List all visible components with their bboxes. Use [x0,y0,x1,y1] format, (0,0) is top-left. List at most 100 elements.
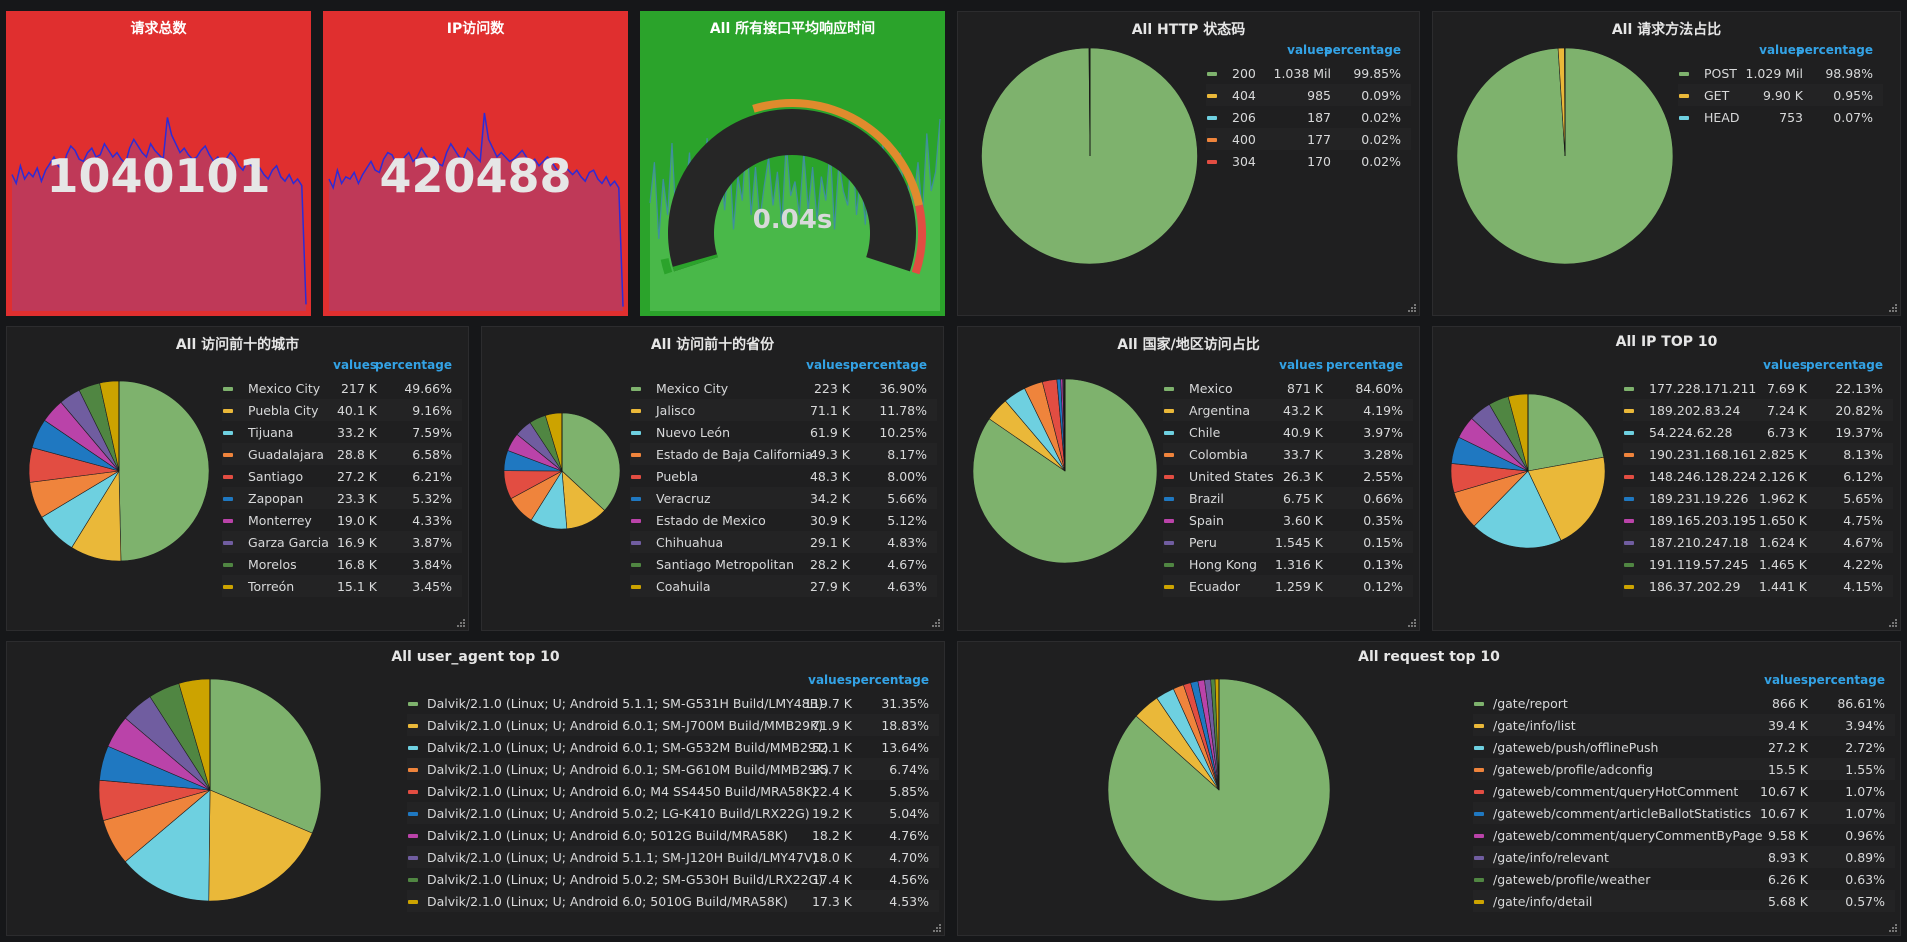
legend-header-percentage[interactable]: percentage [1808,673,1885,687]
legend-item[interactable]: Guadalajara28.8 K6.58% [222,443,462,465]
legend-item[interactable]: Veracruz34.2 K5.66% [630,487,937,509]
legend-item[interactable]: Argentina43.2 K4.19% [1163,399,1413,421]
legend-item[interactable]: Estado de Baja California49.3 K8.17% [630,443,937,465]
legend-item[interactable]: Mexico871 K84.60% [1163,377,1413,399]
legend-item[interactable]: /gateweb/comment/queryHotComment10.67 K1… [1473,780,1895,802]
legend-item[interactable]: Coahuila27.9 K4.63% [630,575,937,597]
resize-handle[interactable] [1408,304,1416,312]
legend-header-percentage[interactable]: percentage [1806,358,1883,372]
legend-header-percentage[interactable]: percentage [1796,43,1873,57]
legend-item[interactable]: 4001770.02% [1206,128,1411,150]
stat-panel-ip[interactable]: IP访问数 420488 [323,11,628,316]
legend-item[interactable]: Dalvik/2.1.0 (Linux; U; Android 6.0; 501… [407,890,939,912]
legend-item[interactable]: Jalisco71.1 K11.78% [630,399,937,421]
pie-panel-request-method[interactable]: All 请求方法占比valuespercentagePOST1.029 Mil9… [1432,11,1901,316]
legend-item[interactable]: Puebla48.3 K8.00% [630,465,937,487]
legend-item[interactable]: Santiago27.2 K6.21% [222,465,462,487]
gauge-panel-response-time[interactable]: All 所有接口平均响应时间 0.04s [640,11,945,316]
legend-header-values[interactable]: values [1763,358,1807,372]
legend-item[interactable]: /gate/report866 K86.61% [1473,692,1895,714]
legend-item[interactable]: 148.246.128.2242.126 K6.12% [1623,465,1893,487]
legend-item[interactable]: HEAD7530.07% [1678,106,1883,128]
legend-item[interactable]: Dalvik/2.1.0 (Linux; U; Android 6.0.1; S… [407,758,939,780]
legend-item[interactable]: 189.202.83.247.24 K20.82% [1623,399,1893,421]
legend-item[interactable]: Nuevo León61.9 K10.25% [630,421,937,443]
legend-item[interactable]: Dalvik/2.1.0 (Linux; U; Android 5.0.2; S… [407,868,939,890]
legend-item[interactable]: Spain3.60 K0.35% [1163,509,1413,531]
legend-item[interactable]: 3041700.02% [1206,150,1411,172]
legend-item[interactable]: 2061870.02% [1206,106,1411,128]
legend-item[interactable]: Garza Garcia16.9 K3.87% [222,531,462,553]
resize-handle[interactable] [1889,619,1897,627]
legend-item[interactable]: POST1.029 Mil98.98% [1678,62,1883,84]
pie-panel-ip-top10[interactable]: All IP TOP 10valuespercentage177.228.171… [1432,326,1901,631]
pie-panel-request-top10[interactable]: All request top 10valuespercentage/gate/… [957,641,1901,936]
legend-header-percentage[interactable]: percentage [375,358,452,372]
resize-handle[interactable] [457,619,465,627]
legend-item[interactable]: 186.37.202.291.441 K4.15% [1623,575,1893,597]
pie-panel-user-agent[interactable]: All user_agent top 10valuespercentageDal… [6,641,945,936]
legend-item[interactable]: 189.165.203.1951.650 K4.75% [1623,509,1893,531]
legend-item[interactable]: 189.231.19.2261.962 K5.65% [1623,487,1893,509]
legend-item[interactable]: Dalvik/2.1.0 (Linux; U; Android 6.0.1; S… [407,714,939,736]
legend-item[interactable]: Dalvik/2.1.0 (Linux; U; Android 5.0.2; L… [407,802,939,824]
resize-handle[interactable] [1889,924,1897,932]
legend-item[interactable]: 191.119.57.2451.465 K4.22% [1623,553,1893,575]
legend-item[interactable]: Dalvik/2.1.0 (Linux; U; Android 6.0; M4 … [407,780,939,802]
legend-item[interactable]: Mexico City223 K36.90% [630,377,937,399]
legend-item[interactable]: Torreón15.1 K3.45% [222,575,462,597]
legend-item[interactable]: 177.228.171.2117.69 K22.13% [1623,377,1893,399]
legend-item[interactable]: Estado de Mexico30.9 K5.12% [630,509,937,531]
legend-item[interactable]: Morelos16.8 K3.84% [222,553,462,575]
legend-item[interactable]: /gate/info/detail5.68 K0.57% [1473,890,1895,912]
legend-header-percentage[interactable]: percentage [1324,43,1401,57]
legend-item[interactable]: Peru1.545 K0.15% [1163,531,1413,553]
legend-header-values[interactable]: values [808,673,852,687]
legend-item[interactable]: Dalvik/2.1.0 (Linux; U; Android 6.0.1; S… [407,736,939,758]
resize-handle[interactable] [932,619,940,627]
legend-item[interactable]: Hong Kong1.316 K0.13% [1163,553,1413,575]
stat-panel-requests[interactable]: 请求总数 1040101 [6,11,311,316]
resize-handle[interactable] [1408,619,1416,627]
legend-header-percentage[interactable]: percentage [852,673,929,687]
legend-item[interactable]: United States26.3 K2.55% [1163,465,1413,487]
legend-item[interactable]: Brazil6.75 K0.66% [1163,487,1413,509]
legend-item[interactable]: /gateweb/comment/articleBallotStatistics… [1473,802,1895,824]
legend-header-values[interactable]: values [806,358,850,372]
pie-panel-countries[interactable]: All 国家/地区访问占比valuespercentageMexico871 K… [957,326,1420,631]
legend-item[interactable]: Santiago Metropolitan28.2 K4.67% [630,553,937,575]
legend-item[interactable]: Puebla City40.1 K9.16% [222,399,462,421]
legend-item[interactable]: 187.210.247.181.624 K4.67% [1623,531,1893,553]
legend-item[interactable]: Dalvik/2.1.0 (Linux; U; Android 5.1.1; S… [407,846,939,868]
legend-item[interactable]: /gateweb/push/offlinePush27.2 K2.72% [1473,736,1895,758]
legend-header-values[interactable]: values [333,358,377,372]
legend-item[interactable]: 4049850.09% [1206,84,1411,106]
legend-item[interactable]: /gate/info/relevant8.93 K0.89% [1473,846,1895,868]
legend-item[interactable]: GET9.90 K0.95% [1678,84,1883,106]
resize-handle[interactable] [933,924,941,932]
legend-item[interactable]: /gateweb/comment/queryCommentByPage9.58 … [1473,824,1895,846]
legend-header-percentage[interactable]: percentage [850,358,927,372]
legend-item[interactable]: Colombia33.7 K3.28% [1163,443,1413,465]
legend-header-values[interactable]: values [1279,358,1323,372]
legend-item[interactable]: 2001.038 Mil99.85% [1206,62,1411,84]
legend-item[interactable]: Dalvik/2.1.0 (Linux; U; Android 6.0; 501… [407,824,939,846]
resize-handle[interactable] [1889,304,1897,312]
legend-item[interactable]: 190.231.168.1612.825 K8.13% [1623,443,1893,465]
legend-item[interactable]: Chihuahua29.1 K4.83% [630,531,937,553]
legend-item[interactable]: /gateweb/profile/adconfig15.5 K1.55% [1473,758,1895,780]
legend-item[interactable]: Zapopan23.3 K5.32% [222,487,462,509]
pie-panel-http-status[interactable]: All HTTP 状态码valuespercentage2001.038 Mil… [957,11,1420,316]
legend-item[interactable]: /gate/info/list39.4 K3.94% [1473,714,1895,736]
legend-item[interactable]: /gateweb/profile/weather6.26 K0.63% [1473,868,1895,890]
pie-panel-top-provinces[interactable]: All 访问前十的省份valuespercentageMexico City22… [481,326,944,631]
pie-panel-top-cities[interactable]: All 访问前十的城市valuespercentageMexico City21… [6,326,469,631]
legend-header-percentage[interactable]: percentage [1326,358,1403,372]
legend-item[interactable]: Ecuador1.259 K0.12% [1163,575,1413,597]
legend-item[interactable]: Chile40.9 K3.97% [1163,421,1413,443]
legend-item[interactable]: 54.224.62.286.73 K19.37% [1623,421,1893,443]
legend-item[interactable]: Mexico City217 K49.66% [222,377,462,399]
legend-item[interactable]: Monterrey19.0 K4.33% [222,509,462,531]
legend-item[interactable]: Dalvik/2.1.0 (Linux; U; Android 5.1.1; S… [407,692,939,714]
legend-item[interactable]: Tijuana33.2 K7.59% [222,421,462,443]
